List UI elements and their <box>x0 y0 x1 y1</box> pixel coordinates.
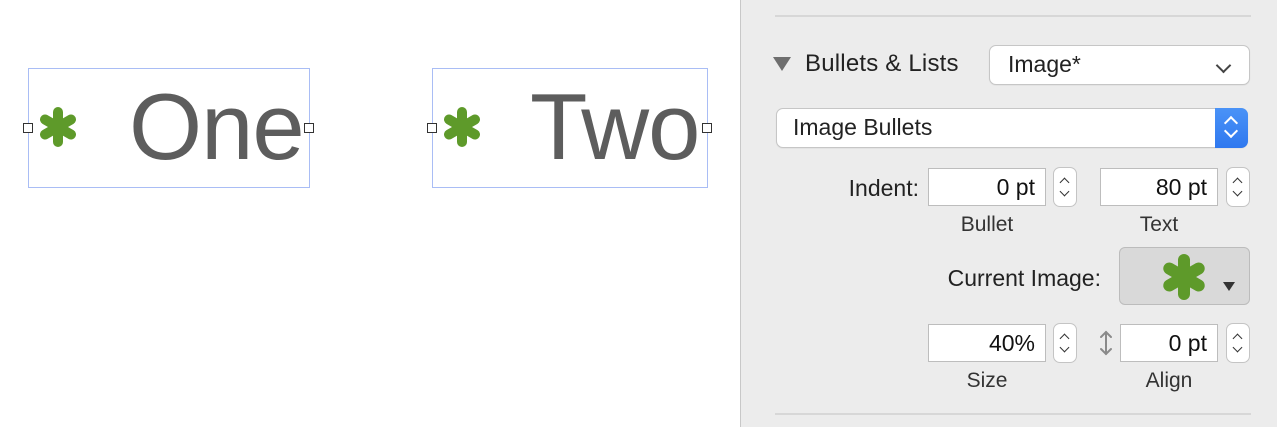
document-canvas[interactable]: One Two <box>0 0 740 427</box>
align-field[interactable]: 0 pt <box>1120 324 1218 362</box>
size-value: 40% <box>988 330 1035 356</box>
text-indent-field[interactable]: 80 pt <box>1100 168 1218 206</box>
asterisk-bullet-icon <box>444 107 480 147</box>
chevron-down-icon <box>1215 57 1232 74</box>
text-box-one[interactable]: One <box>28 68 310 188</box>
size-field[interactable]: 40% <box>928 324 1046 362</box>
size-sublabel: Size <box>966 369 1008 392</box>
asterisk-image-icon <box>1163 254 1205 300</box>
text-sublabel: Text <box>1139 213 1179 236</box>
dropdown-triangle-icon <box>1223 282 1235 291</box>
resize-handle-two-left[interactable] <box>427 123 437 133</box>
resize-handle-two-right[interactable] <box>702 123 712 133</box>
text-box-one-text: One <box>129 74 305 179</box>
select-arrows-icon <box>1215 108 1248 148</box>
current-image-label: Current Image: <box>947 265 1101 291</box>
preset-popup[interactable]: Image* <box>989 45 1250 85</box>
inspector-panel: Bullets & Lists Image* Image Bullets Ind… <box>740 0 1277 427</box>
asterisk-bullet-icon <box>40 107 76 147</box>
align-value: 0 pt <box>1168 330 1207 356</box>
section-title: Bullets & Lists <box>805 50 959 77</box>
resize-handle-one-right[interactable] <box>304 123 314 133</box>
text-box-two-text: Two <box>530 74 700 179</box>
indent-label: Indent: <box>848 175 919 201</box>
current-image-well[interactable] <box>1119 247 1250 305</box>
text-indent-stepper[interactable] <box>1226 167 1250 207</box>
bullet-type-select[interactable]: Image Bullets <box>776 108 1248 148</box>
align-stepper[interactable] <box>1226 323 1250 363</box>
text-box-two[interactable]: Two <box>432 68 708 188</box>
disclosure-triangle-icon[interactable] <box>773 57 791 71</box>
bullet-indent-field[interactable]: 0 pt <box>928 168 1046 206</box>
bullet-indent-value: 0 pt <box>996 174 1035 200</box>
bullet-sublabel: Bullet <box>960 213 1014 236</box>
bottom-separator <box>775 413 1251 415</box>
text-indent-value: 80 pt <box>1155 174 1207 200</box>
bullet-indent-stepper[interactable] <box>1053 167 1077 207</box>
preset-value: Image* <box>1008 51 1081 77</box>
bullet-type-value: Image Bullets <box>793 114 933 140</box>
vertical-align-icon <box>1100 330 1112 356</box>
top-separator <box>775 15 1251 17</box>
size-stepper[interactable] <box>1053 323 1077 363</box>
align-sublabel: Align <box>1145 369 1193 392</box>
resize-handle-one-left[interactable] <box>23 123 33 133</box>
